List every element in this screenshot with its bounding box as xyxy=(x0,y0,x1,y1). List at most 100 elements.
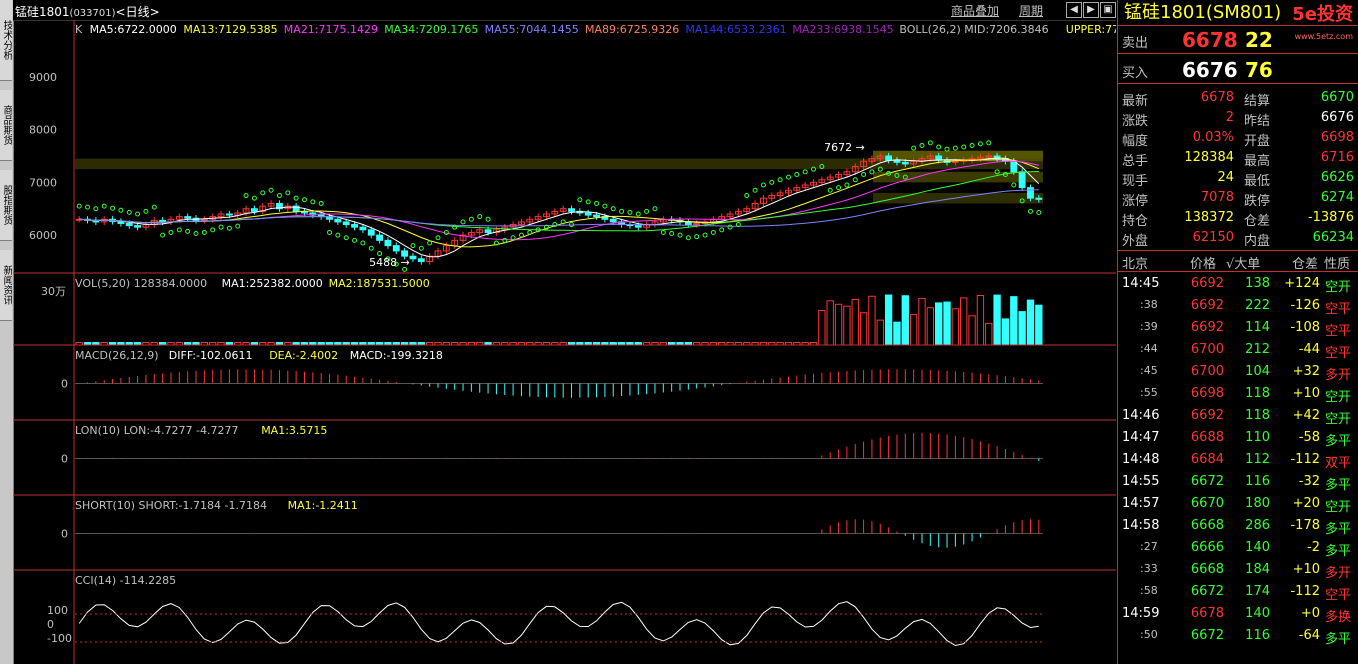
tick-nature: 多平 xyxy=(1325,522,1352,537)
panel-y-label: -100 xyxy=(47,632,72,645)
tick-nature: 空平 xyxy=(1325,324,1352,339)
tab-news[interactable]: 新闻资讯 xyxy=(0,250,12,321)
candle-body xyxy=(417,258,425,262)
tick-volume: 118 xyxy=(1245,408,1270,423)
quote-value: 138372 xyxy=(1184,210,1234,225)
sar-dot xyxy=(201,229,207,235)
volume-bar xyxy=(918,297,926,346)
quote-row: 幅度 0.03% 开盘 6698 xyxy=(1118,128,1358,149)
expand-icon[interactable]: ▣ xyxy=(1100,2,1116,18)
volume-bar xyxy=(859,312,868,346)
legend-item: MA144:6533.2361 xyxy=(685,23,786,36)
quote-value: 128384 xyxy=(1184,150,1234,165)
cci-line xyxy=(78,601,1039,647)
tick-price: 6668 xyxy=(1190,562,1224,577)
sar-dot xyxy=(644,208,650,214)
sar-dot xyxy=(243,193,249,199)
candle-body xyxy=(409,255,417,260)
sar-dot xyxy=(785,174,791,180)
sar-dot xyxy=(685,235,691,241)
sar-dot xyxy=(285,190,291,196)
cycle-button[interactable]: 周期 xyxy=(1019,2,1043,19)
legend-item: MA55:7044.1455 xyxy=(485,23,579,36)
candle-body xyxy=(885,155,893,161)
buy-label: 买入 xyxy=(1122,66,1149,81)
sar-dot xyxy=(343,235,349,241)
tick-row: 14:45 6692 138 +124 空开 xyxy=(1118,273,1358,295)
tick-oi-change: +32 xyxy=(1292,364,1320,379)
quote-label: 现手 xyxy=(1122,174,1149,189)
sar-dot xyxy=(168,229,174,235)
candle-body xyxy=(392,245,400,252)
tick-volume: 114 xyxy=(1245,320,1270,335)
prev-arrow-icon[interactable]: ◀ xyxy=(1066,2,1082,18)
y-tick-label: 6000 xyxy=(29,229,57,242)
sar-dot xyxy=(418,245,424,251)
sar-dot xyxy=(427,240,433,246)
logo-text: 5e投资 xyxy=(1292,4,1353,25)
sar-dot xyxy=(911,145,917,151)
candle-body xyxy=(609,218,617,223)
candle-body xyxy=(901,161,909,165)
sar-dot xyxy=(502,237,508,243)
volume-bar xyxy=(876,319,884,346)
indicator-panels: VOL(5,20) 128384.0000 MA1:252382.0000 MA2:… xyxy=(13,272,1116,647)
candle-body xyxy=(359,226,367,231)
legend-item: MA233:6938.1545 xyxy=(792,23,893,36)
quote-value: -13876 xyxy=(1307,210,1354,225)
tick-volume: 184 xyxy=(1245,562,1270,577)
tick-row: 14:58 6668 286 -178 多平 xyxy=(1118,515,1358,537)
candle-body xyxy=(376,234,384,241)
quote-value: 6670 xyxy=(1320,90,1354,105)
candle-body xyxy=(367,229,375,236)
quote-label: 外盘 xyxy=(1122,234,1149,249)
volume-bar xyxy=(926,307,935,346)
tick-volume: 222 xyxy=(1245,298,1270,313)
legend-item: BOLL(26,2) MID:7206.3846 xyxy=(899,23,1048,36)
candle-body xyxy=(893,159,901,163)
overlay-button[interactable]: 商品叠加 xyxy=(951,2,999,19)
sar-dot xyxy=(518,232,524,238)
tick-oi-change: -126 xyxy=(1290,298,1320,313)
tab-commodity-futures[interactable]: 商品期货 xyxy=(0,90,12,161)
quote-row: 涨跌 2 昨结 6676 xyxy=(1118,108,1358,129)
sar-dot xyxy=(969,142,975,148)
tick-row: :50 6672 116 -64 多平 xyxy=(1118,625,1358,647)
main-legend: K MA5:6722.0000 MA13:7129.5385 MA21:7175.14… xyxy=(75,23,1116,36)
candle-body xyxy=(584,212,592,216)
chart-area[interactable]: K MA5:6722.0000 MA13:7129.5385 MA21:7175.14… xyxy=(13,20,1116,664)
tick-time: :45 xyxy=(1140,364,1158,377)
tick-nature: 多平 xyxy=(1325,478,1352,493)
volume-bar xyxy=(884,294,893,346)
sar-dot xyxy=(919,142,925,148)
tick-time: 14:58 xyxy=(1122,518,1160,533)
tick-nature: 多平 xyxy=(1325,632,1352,647)
sar-dot xyxy=(944,146,950,152)
quote-label: 内盘 xyxy=(1244,234,1271,249)
sar-dot xyxy=(694,234,700,240)
volume-bar xyxy=(1035,304,1043,346)
quote-label: 仓差 xyxy=(1244,214,1271,229)
quote-value: 62150 xyxy=(1192,230,1234,245)
panel-y-label: 0 xyxy=(61,378,68,391)
instrument-code: (033701) xyxy=(69,8,116,19)
volume-bar xyxy=(951,308,960,346)
quote-label: 涨停 xyxy=(1122,194,1149,209)
candle-body xyxy=(1018,171,1026,189)
volume-bar xyxy=(1026,299,1035,346)
sar-dot xyxy=(652,206,658,212)
tick-time: 14:55 xyxy=(1122,474,1160,489)
sar-dot xyxy=(610,206,616,212)
tick-time: :50 xyxy=(1140,628,1158,641)
tab-index-futures[interactable]: 股指期货 xyxy=(0,170,12,241)
tick-time: 14:46 xyxy=(1122,408,1160,423)
next-arrow-icon[interactable]: ▶ xyxy=(1083,2,1099,18)
tick-price: 6672 xyxy=(1190,628,1224,643)
sar-dot xyxy=(927,140,933,146)
tick-nature: 多开 xyxy=(1325,566,1352,581)
sar-dot xyxy=(660,229,666,235)
legend-item: MACD:-199.3218 xyxy=(350,349,443,362)
period-label: <日线> xyxy=(115,5,160,19)
sar-dot xyxy=(118,207,124,213)
tab-technical-analysis[interactable]: 技术分析 xyxy=(0,0,12,81)
